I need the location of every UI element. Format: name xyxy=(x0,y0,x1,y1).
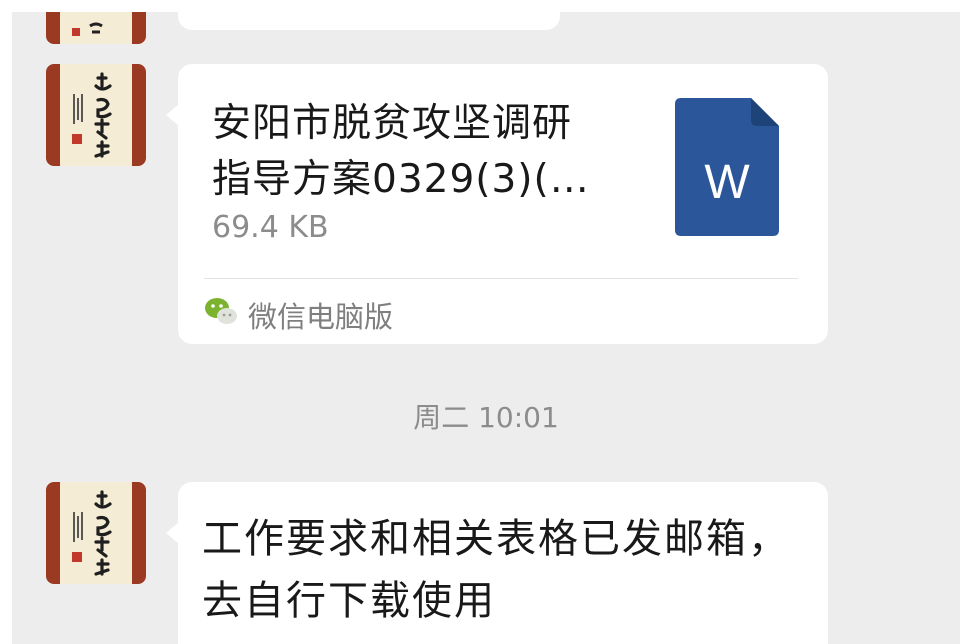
chat-area[interactable]: 安阳市脱贫攻坚调研 指导方案0329(3)(… 69.4 KB W 微信电脑版 … xyxy=(12,12,960,644)
text-message-bubble[interactable]: 工作要求和相关表格已发邮箱， 去自行下载使用 xyxy=(166,482,828,644)
wechat-icon xyxy=(204,296,238,326)
divider xyxy=(204,278,798,279)
word-icon-letter: W xyxy=(704,156,750,209)
sender-avatar[interactable] xyxy=(46,482,146,584)
previous-message-bubble[interactable] xyxy=(178,12,560,30)
source-label: 微信电脑版 xyxy=(248,300,394,334)
file-message-bubble[interactable]: 安阳市脱贫攻坚调研 指导方案0329(3)(… 69.4 KB W 微信电脑版 xyxy=(166,64,828,344)
word-document-icon: W xyxy=(675,98,779,236)
sender-avatar[interactable] xyxy=(46,64,146,166)
file-size: 69.4 KB xyxy=(212,210,329,245)
file-name: 安阳市脱贫攻坚调研 指导方案0329(3)(… xyxy=(212,101,590,202)
sender-avatar-previous[interactable] xyxy=(46,12,146,44)
message-text: 工作要求和相关表格已发邮箱， 去自行下载使用 xyxy=(202,516,790,624)
message-timestamp: 周二 10:01 xyxy=(413,401,559,434)
